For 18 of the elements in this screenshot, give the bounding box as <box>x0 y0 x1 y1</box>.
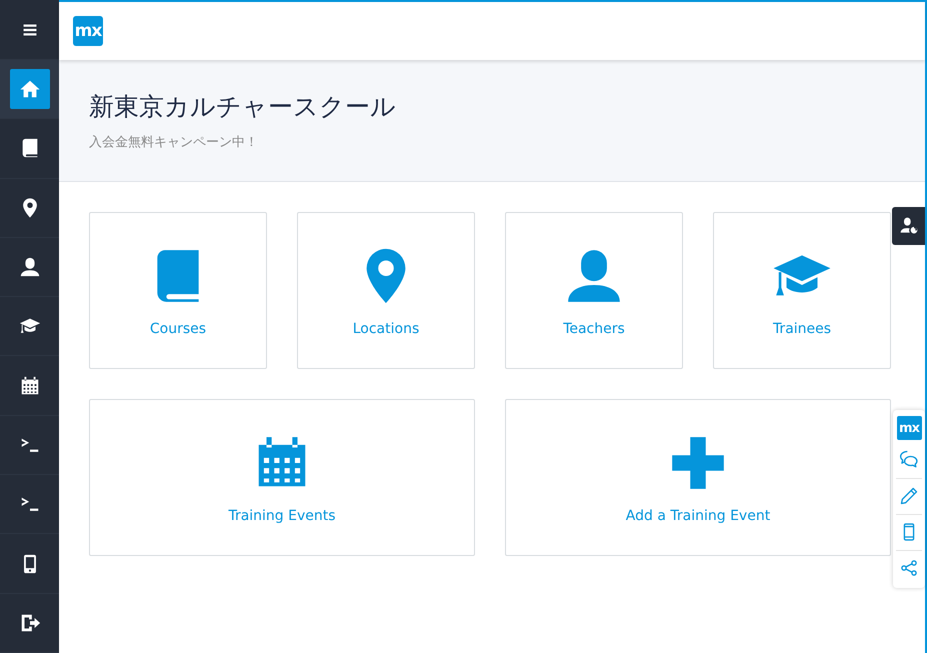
tile-button[interactable]: Add a Training Event <box>505 399 891 556</box>
tile-button[interactable]: Training Events <box>89 399 475 556</box>
share-icon <box>899 558 919 578</box>
tile-button[interactable]: Courses <box>89 212 267 369</box>
pencil-icon <box>899 486 919 506</box>
logo[interactable]: mx <box>73 16 103 46</box>
home-icon <box>18 78 40 100</box>
sidebar-item[interactable] <box>10 69 50 110</box>
chat-bubbles-icon <box>899 449 919 469</box>
user-sync-icon <box>898 216 918 236</box>
tile-button[interactable]: Trainees <box>713 212 891 369</box>
tile-button[interactable]: Locations <box>297 212 475 369</box>
logo[interactable]: mx <box>896 416 922 440</box>
page-title: 新東京カルチャースクール <box>89 91 397 123</box>
person-icon <box>18 256 40 278</box>
page-subtitle: 入会金無料キャンペーン中！ <box>89 134 259 151</box>
feedback-button[interactable] <box>892 207 925 245</box>
tile-button[interactable]: Teachers <box>505 212 683 369</box>
